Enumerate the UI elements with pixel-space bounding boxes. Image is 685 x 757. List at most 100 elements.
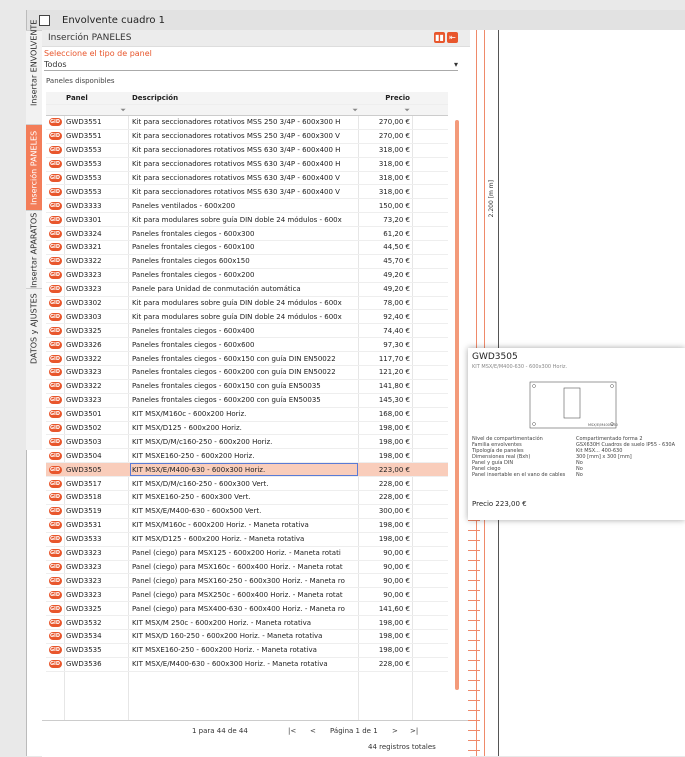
panel-code: GWD3533 bbox=[66, 535, 102, 544]
gid-badge-icon: GID bbox=[48, 201, 62, 210]
panel-drawing: MSX/E/M400-630 bbox=[529, 381, 618, 429]
table-row[interactable]: GID GWD3553 Kit para seccionadores rotativ… bbox=[46, 158, 448, 172]
prev-page-icon[interactable]: < bbox=[310, 727, 316, 735]
frame-tick bbox=[468, 620, 480, 621]
table-row[interactable]: GID GWD3553 Kit para seccionadores rotativ… bbox=[46, 144, 448, 158]
table-row[interactable]: GID GWD3531 KIT MSX/M160c - 600x200 Horiz.… bbox=[46, 519, 448, 533]
table-row[interactable]: GID GWD3517 KIT MSX/D/M/c160-250 - 600x300… bbox=[46, 477, 448, 492]
panel-code: GWD3321 bbox=[66, 243, 102, 252]
table-row[interactable]: GID GWD3501 KIT MSX/M160c - 600x200 Horiz.… bbox=[46, 408, 448, 422]
table-row[interactable]: GID GWD3551 Kit para seccionadores rotativ… bbox=[46, 116, 448, 130]
table-row[interactable]: GID GWD3534 KIT MSX/D 160-250 - 600x200 Ho… bbox=[46, 630, 448, 644]
table-row[interactable]: GID GWD3321 Paneles frontales ciegos - 600… bbox=[46, 241, 448, 255]
frame-tick bbox=[468, 640, 480, 641]
frame-tick bbox=[468, 540, 480, 541]
table-row[interactable]: GID GWD3553 Kit para seccionadores rotativ… bbox=[46, 172, 448, 186]
window-checkbox[interactable] bbox=[39, 14, 50, 26]
tab-insertar-envolvente[interactable]: Insertar ENVOLVENTE bbox=[26, 20, 42, 106]
table-row[interactable]: GID GWD3323 Panel (ciego) para MSX160-250 … bbox=[46, 574, 448, 589]
frame-tick bbox=[468, 530, 480, 531]
table-row[interactable]: GID GWD3333 Paneles ventilados - 600x200 15… bbox=[46, 199, 448, 214]
panel-description: Paneles frontales ciegos - 600x200 con g… bbox=[132, 368, 336, 377]
panel-description: Kit para seccionadores rotativos MSS 630… bbox=[132, 187, 340, 196]
table-row[interactable]: GID GWD3322 Paneles frontales ciegos 600x1… bbox=[46, 255, 448, 269]
header-panel[interactable]: Panel bbox=[66, 92, 126, 104]
frame-tick bbox=[468, 610, 480, 611]
table-row[interactable]: GID GWD3323 Paneles frontales ciegos - 600… bbox=[46, 394, 448, 408]
gid-badge-icon: GID bbox=[48, 326, 62, 335]
panel-code: GWD3302 bbox=[66, 299, 102, 308]
table-row[interactable]: GID GWD3553 Kit para seccionadores rotativ… bbox=[46, 185, 448, 200]
panel-price: 318,00 € bbox=[378, 146, 410, 155]
table-row[interactable]: GID GWD3323 Panel (ciego) para MSX160c - 6… bbox=[46, 561, 448, 575]
spec-key: Panel insertable en el vano de cables bbox=[472, 472, 566, 478]
table-header: Panel Descripción Precio bbox=[46, 92, 448, 105]
panel-description: Paneles frontales ciegos - 600x400 bbox=[132, 326, 255, 335]
tooltip-title: GWD3505 bbox=[472, 352, 518, 362]
panel-price: 78,00 € bbox=[383, 299, 410, 308]
tab-insertar-aparatos[interactable]: Insertar APARATOS bbox=[26, 210, 42, 289]
gid-badge-icon: GID bbox=[48, 562, 62, 571]
panel-type-select[interactable]: Todos ▾ bbox=[44, 58, 458, 71]
panel-description: Kit para seccionadores rotativos MSS 630… bbox=[132, 174, 340, 182]
table-row[interactable]: GID GWD3323 Paneles frontales ciegos - 600… bbox=[46, 366, 448, 380]
table-row[interactable]: GID GWD3325 Paneles frontales ciegos - 600… bbox=[46, 324, 448, 339]
gid-badge-icon: GID bbox=[48, 660, 62, 669]
table-row[interactable]: GID GWD3535 KIT MSXE160-250 - 600x200 Hori… bbox=[46, 644, 448, 658]
panel-header: Inserción PANELES ▮▮ ⇤ bbox=[42, 30, 470, 47]
next-page-icon[interactable]: > bbox=[392, 727, 398, 735]
chevron-down-icon: ▾ bbox=[453, 59, 458, 69]
frame-tick bbox=[468, 520, 480, 521]
table-row[interactable]: GID GWD3323 Panel (ciego) para MSX125 - 60… bbox=[46, 547, 448, 561]
table-row[interactable]: GID GWD3324 Paneles frontales ciegos - 600… bbox=[46, 227, 448, 242]
gid-badge-icon: GID bbox=[48, 160, 62, 169]
table-row[interactable]: GID GWD3301 Kit para modulares sobre guía … bbox=[46, 213, 448, 228]
panel-code: GWD3323 bbox=[66, 271, 102, 280]
header-description[interactable]: Descripción bbox=[130, 92, 358, 104]
table-row[interactable]: GID GWD3303 Kit para modulares sobre guía … bbox=[46, 310, 448, 325]
table-scrollbar[interactable] bbox=[455, 120, 459, 690]
split-view-icon[interactable]: ▮▮ bbox=[434, 32, 445, 43]
table-row[interactable]: GID GWD3518 KIT MSXE160-250 - 600x300 Vert… bbox=[46, 491, 448, 505]
table-row[interactable]: GID GWD3532 KIT MSX/M 250c - 600x200 Horiz… bbox=[46, 616, 448, 630]
collapse-icon[interactable]: ⇤ bbox=[447, 32, 458, 43]
table-row[interactable]: GID GWD3325 Panel (ciego) para MSX400-630 … bbox=[46, 602, 448, 617]
panel-description: KIT MSX/D125 - 600x200 Horiz. bbox=[132, 424, 242, 433]
tab-datos-ajustes[interactable]: DATOS y AJUSTES bbox=[26, 288, 42, 369]
table-row[interactable]: GID GWD3323 Panele para Unidad de conmutac… bbox=[46, 283, 448, 297]
filter-icon[interactable]: ⏷ bbox=[120, 106, 126, 115]
table-row[interactable]: GID GWD3533 KIT MSX/D125 - 600x200 Horiz. … bbox=[46, 533, 448, 547]
last-page-icon[interactable]: >| bbox=[410, 727, 418, 735]
table-row[interactable]: GID GWD3504 KIT MSXE160-250 - 600x200 Hori… bbox=[46, 449, 448, 464]
panel-price: 318,00 € bbox=[378, 187, 410, 196]
table-row[interactable]: GID GWD3505 KIT MSX/E/M400-630 - 600x300 H… bbox=[46, 463, 448, 478]
panel-description: Panel (ciego) para MSX160-250 - 600x300 … bbox=[132, 576, 345, 585]
table-row[interactable]: GID GWD3323 Paneles frontales ciegos - 600… bbox=[46, 269, 448, 283]
panel-code: GWD3551 bbox=[66, 118, 102, 127]
frame-tick bbox=[468, 690, 480, 691]
panel-description: KIT MSX/M 250c - 600x200 Horiz. - Maneta… bbox=[132, 618, 312, 627]
table-row[interactable]: GID GWD3326 Paneles frontales ciegos - 600… bbox=[46, 338, 448, 353]
panel-price: 198,00 € bbox=[378, 521, 410, 530]
panel-code: GWD3517 bbox=[66, 479, 102, 488]
table-row[interactable]: GID GWD3323 Panel (ciego) para MSX250c - 6… bbox=[46, 588, 448, 603]
first-page-icon[interactable]: |< bbox=[288, 727, 296, 735]
panel-code: GWD3323 bbox=[66, 368, 102, 377]
panel-price: 228,00 € bbox=[378, 660, 410, 669]
table-row[interactable]: GID GWD3302 Kit para modulares sobre guía … bbox=[46, 297, 448, 311]
panel-description: Panel (ciego) para MSX400-630 - 600x400 … bbox=[132, 604, 345, 613]
gid-badge-icon: GID bbox=[48, 424, 62, 433]
frame-tick bbox=[468, 600, 480, 601]
panel-price: 90,00 € bbox=[383, 576, 410, 585]
table-row[interactable]: GID GWD3502 KIT MSX/D125 - 600x200 Horiz. 1… bbox=[46, 422, 448, 436]
table-row[interactable]: GID GWD3536 KIT MSX/E/M400-630 - 600x300 H… bbox=[46, 658, 448, 672]
table-row[interactable]: GID GWD3551 Kit para seccionadores rotativ… bbox=[46, 130, 448, 144]
table-row[interactable]: GID GWD3322 Paneles frontales ciegos - 600… bbox=[46, 352, 448, 367]
filter-icon[interactable]: ⏷ bbox=[404, 106, 410, 115]
table-row[interactable]: GID GWD3503 KIT MSX/D/M/c160-250 - 600x200… bbox=[46, 435, 448, 450]
table-row[interactable]: GID GWD3322 Paneles frontales ciegos - 600… bbox=[46, 380, 448, 394]
tab-insercion-paneles[interactable]: Inserción PANELES bbox=[26, 124, 42, 211]
header-price[interactable]: Precio bbox=[358, 92, 412, 104]
table-row[interactable]: GID GWD3519 KIT MSX/E/M400-630 - 600x500 V… bbox=[46, 505, 448, 519]
panel-price: 90,00 € bbox=[383, 562, 410, 571]
